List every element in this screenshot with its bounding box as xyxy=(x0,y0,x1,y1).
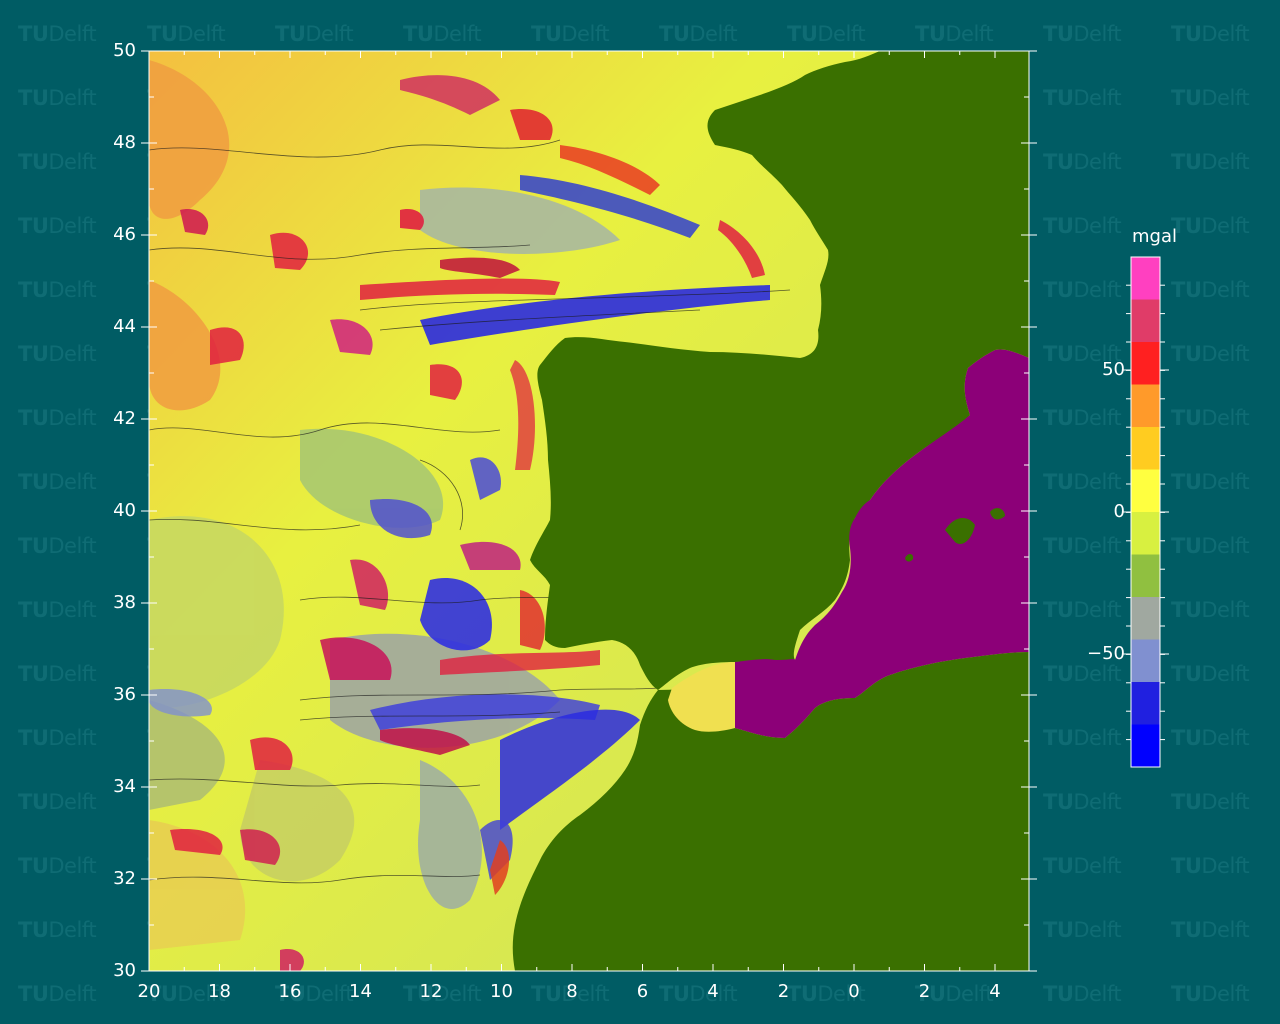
x-tick-label: 2 xyxy=(918,981,931,1002)
x-tick-label: 12 xyxy=(419,981,443,1002)
x-tick-label: 4 xyxy=(989,981,1001,1002)
colorbar-swatch xyxy=(1131,597,1160,640)
x-tick-label: 2 xyxy=(777,981,790,1002)
y-tick-label: 44 xyxy=(113,316,136,337)
y-tick-label: 32 xyxy=(113,868,136,889)
colorbar-swatch xyxy=(1131,257,1160,300)
colorbar-swatch xyxy=(1131,682,1160,725)
x-tick-label: 14 xyxy=(349,981,372,1002)
y-tick-label: 48 xyxy=(113,132,136,153)
colorbar-tick-label: 0 xyxy=(1113,501,1125,522)
x-tick-label: 6 xyxy=(636,981,649,1002)
colorbar-swatch xyxy=(1131,554,1160,598)
x-tick-label: 18 xyxy=(208,981,231,1002)
colorbar-swatch xyxy=(1131,384,1160,428)
colorbar-swatch xyxy=(1131,639,1160,683)
y-tick-label: 50 xyxy=(113,40,136,61)
colorbar-unit-label: mgal xyxy=(1132,226,1177,247)
y-tick-label: 42 xyxy=(113,408,136,429)
colorbar xyxy=(1130,256,1161,768)
y-tick-label: 30 xyxy=(113,960,136,981)
y-tick-label: 38 xyxy=(113,592,136,613)
x-tick-label: 10 xyxy=(490,981,513,1002)
colorbar-swatch xyxy=(1131,512,1160,555)
x-tick-label: 16 xyxy=(278,981,302,1002)
colorbar-tick-label: 50 xyxy=(1102,359,1125,380)
colorbar-swatch xyxy=(1131,469,1160,513)
x-tick-label: 8 xyxy=(566,981,578,1002)
x-tick-label: 20 xyxy=(137,981,161,1002)
colorbar-swatch xyxy=(1131,342,1160,385)
colorbar-swatch xyxy=(1131,299,1160,343)
y-tick-label: 34 xyxy=(113,776,136,797)
colorbar-tick-label: −50 xyxy=(1087,643,1125,664)
colorbar-swatch xyxy=(1131,427,1160,470)
y-tick-label: 40 xyxy=(113,500,136,521)
y-tick-label: 36 xyxy=(113,684,136,705)
x-tick-label: 4 xyxy=(707,981,719,1002)
y-tick-label: 46 xyxy=(113,224,136,245)
colorbar-swatch xyxy=(1131,724,1160,768)
x-tick-label: 0 xyxy=(848,981,860,1002)
